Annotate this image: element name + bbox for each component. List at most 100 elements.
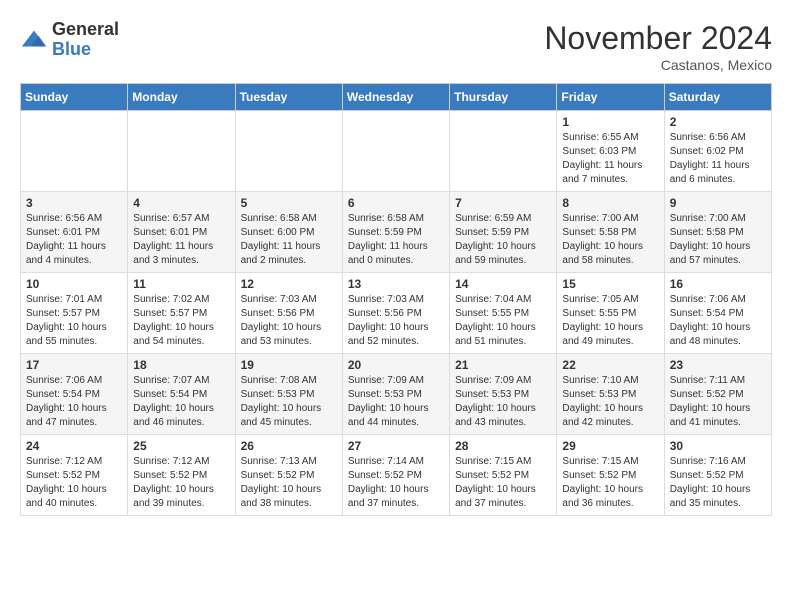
day-number: 21 — [455, 358, 551, 372]
day-number: 2 — [670, 115, 766, 129]
day-info: Sunrise: 6:55 AM Sunset: 6:03 PM Dayligh… — [562, 131, 658, 187]
day-number: 4 — [133, 196, 229, 210]
weekday-header-thursday: Thursday — [450, 84, 557, 111]
day-number: 24 — [26, 439, 122, 453]
day-number: 3 — [26, 196, 122, 210]
day-cell: 3 Sunrise: 6:56 AM Sunset: 6:01 PM Daylig… — [21, 192, 128, 273]
day-number: 9 — [670, 196, 766, 210]
day-number: 19 — [241, 358, 337, 372]
day-cell: 22Sunrise: 7:10 AM Sunset: 5:53 PM Dayli… — [557, 354, 664, 435]
day-info: Sunrise: 7:06 AM Sunset: 5:54 PM Dayligh… — [670, 293, 766, 349]
page-header: General Blue November 2024 Castanos, Mex… — [20, 20, 772, 73]
day-info: Sunrise: 7:16 AM Sunset: 5:52 PM Dayligh… — [670, 455, 766, 511]
day-number: 13 — [348, 277, 444, 291]
day-number: 18 — [133, 358, 229, 372]
day-number: 10 — [26, 277, 122, 291]
day-number: 8 — [562, 196, 658, 210]
day-number: 6 — [348, 196, 444, 210]
day-number: 29 — [562, 439, 658, 453]
day-info: Sunrise: 6:59 AM Sunset: 5:59 PM Dayligh… — [455, 212, 551, 268]
day-info: Sunrise: 7:00 AM Sunset: 5:58 PM Dayligh… — [562, 212, 658, 268]
day-cell: 14 Sunrise: 7:04 AM Sunset: 5:55 PM Dayli… — [450, 273, 557, 354]
month-title: November 2024 — [544, 20, 772, 57]
day-cell: 7Sunrise: 6:59 AM Sunset: 5:59 PM Daylig… — [450, 192, 557, 273]
day-number: 30 — [670, 439, 766, 453]
weekday-header-monday: Monday — [128, 84, 235, 111]
day-cell: 6 Sunrise: 6:58 AM Sunset: 5:59 PM Daylig… — [342, 192, 449, 273]
day-info: Sunrise: 7:03 AM Sunset: 5:56 PM Dayligh… — [348, 293, 444, 349]
day-cell: 19 Sunrise: 7:08 AM Sunset: 5:53 PM Dayli… — [235, 354, 342, 435]
day-number: 14 — [455, 277, 551, 291]
day-number: 27 — [348, 439, 444, 453]
day-number: 26 — [241, 439, 337, 453]
day-number: 20 — [348, 358, 444, 372]
day-info: Sunrise: 6:56 AM Sunset: 6:02 PM Dayligh… — [670, 131, 766, 187]
day-info: Sunrise: 7:09 AM Sunset: 5:53 PM Dayligh… — [455, 374, 551, 430]
day-info: Sunrise: 7:12 AM Sunset: 5:52 PM Dayligh… — [26, 455, 122, 511]
day-cell: 5Sunrise: 6:58 AM Sunset: 6:00 PM Daylig… — [235, 192, 342, 273]
day-info: Sunrise: 7:09 AM Sunset: 5:53 PM Dayligh… — [348, 374, 444, 430]
day-number: 1 — [562, 115, 658, 129]
day-number: 12 — [241, 277, 337, 291]
day-info: Sunrise: 7:00 AM Sunset: 5:58 PM Dayligh… — [670, 212, 766, 268]
day-cell: 8 Sunrise: 7:00 AM Sunset: 5:58 PM Daylig… — [557, 192, 664, 273]
day-cell: 27 Sunrise: 7:14 AM Sunset: 5:52 PM Dayli… — [342, 435, 449, 516]
day-cell: 21 Sunrise: 7:09 AM Sunset: 5:53 PM Dayli… — [450, 354, 557, 435]
day-info: Sunrise: 7:14 AM Sunset: 5:52 PM Dayligh… — [348, 455, 444, 511]
logo-icon — [20, 26, 48, 54]
day-info: Sunrise: 7:03 AM Sunset: 5:56 PM Dayligh… — [241, 293, 337, 349]
day-info: Sunrise: 7:11 AM Sunset: 5:52 PM Dayligh… — [670, 374, 766, 430]
calendar-table: SundayMondayTuesdayWednesdayThursdayFrid… — [20, 83, 772, 516]
weekday-header-row: SundayMondayTuesdayWednesdayThursdayFrid… — [21, 84, 772, 111]
day-number: 28 — [455, 439, 551, 453]
day-cell: 18Sunrise: 7:07 AM Sunset: 5:54 PM Dayli… — [128, 354, 235, 435]
week-row-3: 10 Sunrise: 7:01 AM Sunset: 5:57 PM Dayli… — [21, 273, 772, 354]
day-info: Sunrise: 6:56 AM Sunset: 6:01 PM Dayligh… — [26, 212, 122, 268]
day-cell: 9 Sunrise: 7:00 AM Sunset: 5:58 PM Daylig… — [664, 192, 771, 273]
weekday-header-tuesday: Tuesday — [235, 84, 342, 111]
day-info: Sunrise: 6:58 AM Sunset: 6:00 PM Dayligh… — [241, 212, 337, 268]
day-cell: 30 Sunrise: 7:16 AM Sunset: 5:52 PM Dayli… — [664, 435, 771, 516]
day-cell: 13 Sunrise: 7:03 AM Sunset: 5:56 PM Dayli… — [342, 273, 449, 354]
day-number: 25 — [133, 439, 229, 453]
day-cell: 20 Sunrise: 7:09 AM Sunset: 5:53 PM Dayli… — [342, 354, 449, 435]
day-number: 22 — [562, 358, 658, 372]
day-info: Sunrise: 7:15 AM Sunset: 5:52 PM Dayligh… — [562, 455, 658, 511]
day-number: 11 — [133, 277, 229, 291]
day-info: Sunrise: 7:12 AM Sunset: 5:52 PM Dayligh… — [133, 455, 229, 511]
day-info: Sunrise: 6:57 AM Sunset: 6:01 PM Dayligh… — [133, 212, 229, 268]
day-info: Sunrise: 7:02 AM Sunset: 5:57 PM Dayligh… — [133, 293, 229, 349]
day-cell: 24 Sunrise: 7:12 AM Sunset: 5:52 PM Dayli… — [21, 435, 128, 516]
weekday-header-sunday: Sunday — [21, 84, 128, 111]
day-cell: 12 Sunrise: 7:03 AM Sunset: 5:56 PM Dayli… — [235, 273, 342, 354]
day-cell — [235, 111, 342, 192]
weekday-header-wednesday: Wednesday — [342, 84, 449, 111]
day-info: Sunrise: 7:15 AM Sunset: 5:52 PM Dayligh… — [455, 455, 551, 511]
day-cell: 17Sunrise: 7:06 AM Sunset: 5:54 PM Dayli… — [21, 354, 128, 435]
day-number: 23 — [670, 358, 766, 372]
day-info: Sunrise: 7:13 AM Sunset: 5:52 PM Dayligh… — [241, 455, 337, 511]
day-cell — [342, 111, 449, 192]
title-block: November 2024 Castanos, Mexico — [544, 20, 772, 73]
day-cell: 16Sunrise: 7:06 AM Sunset: 5:54 PM Dayli… — [664, 273, 771, 354]
day-cell: 25 Sunrise: 7:12 AM Sunset: 5:52 PM Dayli… — [128, 435, 235, 516]
day-info: Sunrise: 7:08 AM Sunset: 5:53 PM Dayligh… — [241, 374, 337, 430]
day-info: Sunrise: 7:04 AM Sunset: 5:55 PM Dayligh… — [455, 293, 551, 349]
day-cell: 15Sunrise: 7:05 AM Sunset: 5:55 PM Dayli… — [557, 273, 664, 354]
week-row-5: 24 Sunrise: 7:12 AM Sunset: 5:52 PM Dayli… — [21, 435, 772, 516]
day-cell — [450, 111, 557, 192]
week-row-4: 17Sunrise: 7:06 AM Sunset: 5:54 PM Dayli… — [21, 354, 772, 435]
day-cell: 1 Sunrise: 6:55 AM Sunset: 6:03 PM Daylig… — [557, 111, 664, 192]
day-info: Sunrise: 7:05 AM Sunset: 5:55 PM Dayligh… — [562, 293, 658, 349]
logo: General Blue — [20, 20, 119, 60]
day-cell: 4 Sunrise: 6:57 AM Sunset: 6:01 PM Daylig… — [128, 192, 235, 273]
day-cell: 28 Sunrise: 7:15 AM Sunset: 5:52 PM Dayli… — [450, 435, 557, 516]
day-info: Sunrise: 7:01 AM Sunset: 5:57 PM Dayligh… — [26, 293, 122, 349]
week-row-1: 1 Sunrise: 6:55 AM Sunset: 6:03 PM Daylig… — [21, 111, 772, 192]
day-cell — [21, 111, 128, 192]
day-cell: 26 Sunrise: 7:13 AM Sunset: 5:52 PM Dayli… — [235, 435, 342, 516]
location-subtitle: Castanos, Mexico — [544, 57, 772, 73]
logo-blue-text: Blue — [52, 39, 91, 59]
day-cell — [128, 111, 235, 192]
day-info: Sunrise: 6:58 AM Sunset: 5:59 PM Dayligh… — [348, 212, 444, 268]
